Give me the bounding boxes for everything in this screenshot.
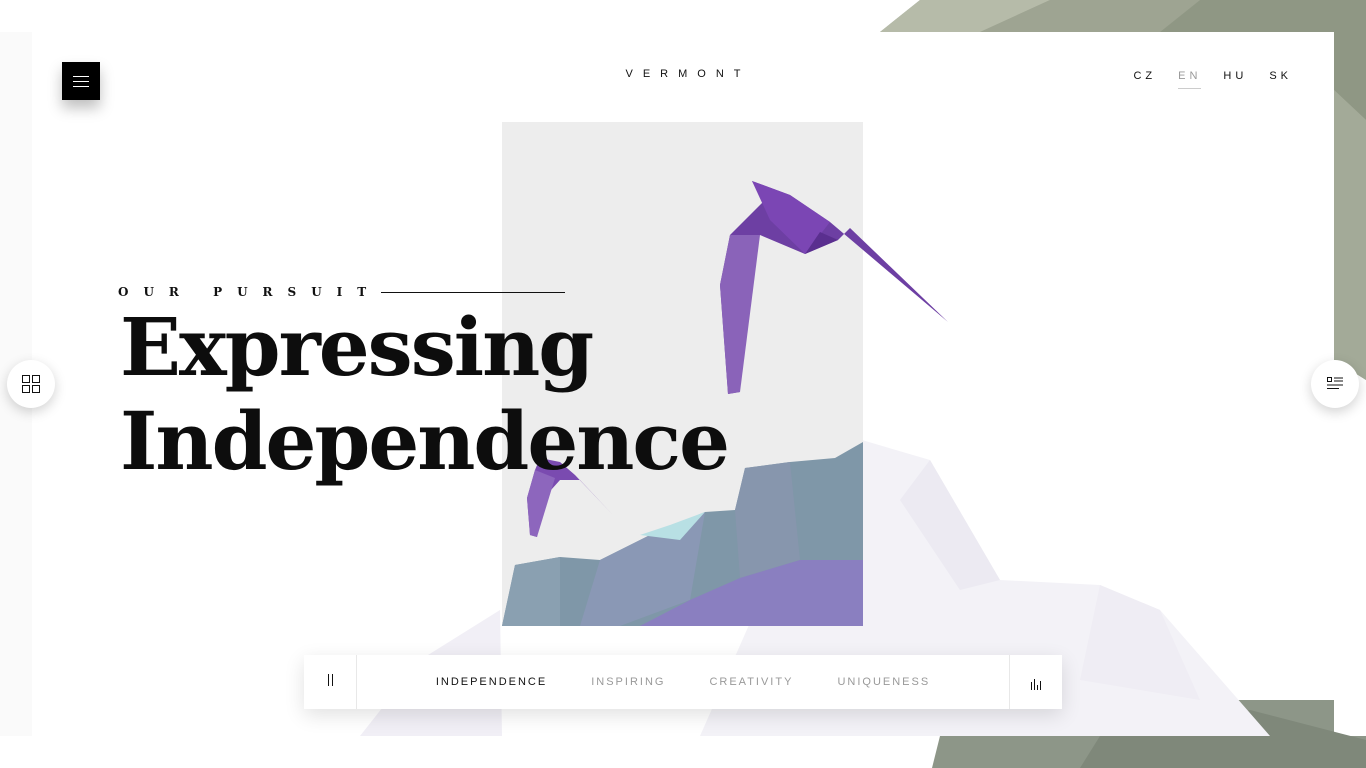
site-logo[interactable]: VERMONT: [612, 68, 754, 80]
slider-tabs: INDEPENDENCE INSPIRING CREATIVITY UNIQUE…: [357, 655, 1009, 709]
list-view-button[interactable]: [1311, 360, 1359, 408]
hamburger-icon: [73, 75, 89, 77]
menu-button[interactable]: [62, 62, 100, 100]
hero-title-line-2: Independence: [120, 394, 730, 488]
pause-button[interactable]: [304, 655, 357, 709]
tab-creativity[interactable]: CREATIVITY: [709, 676, 793, 688]
sound-bars-icon: [1031, 679, 1041, 690]
sound-button[interactable]: [1009, 655, 1062, 709]
kicker-line: [381, 291, 566, 293]
grid-view-button[interactable]: [7, 360, 55, 408]
lang-en[interactable]: EN: [1178, 70, 1202, 89]
lang-cz[interactable]: CZ: [1133, 70, 1156, 89]
tab-inspiring[interactable]: INSPIRING: [591, 676, 665, 688]
slider-nav-bar: INDEPENDENCE INSPIRING CREATIVITY UNIQUE…: [304, 655, 1062, 709]
hero-kicker: OUR PURSUIT: [118, 285, 566, 299]
grid-icon: [22, 375, 40, 393]
lang-hu[interactable]: HU: [1223, 70, 1247, 89]
kicker-text: OUR PURSUIT: [118, 285, 382, 299]
hero-title-line-1: Expressing: [120, 300, 594, 394]
lang-sk[interactable]: SK: [1269, 70, 1292, 89]
pause-icon: [326, 673, 334, 691]
tab-independence[interactable]: INDEPENDENCE: [436, 676, 547, 688]
list-icon: [1327, 377, 1343, 389]
hero-title: Expressing Independence: [120, 300, 730, 488]
language-switcher: CZ EN HU SK: [1133, 70, 1292, 89]
tab-uniqueness[interactable]: UNIQUENESS: [837, 676, 930, 688]
